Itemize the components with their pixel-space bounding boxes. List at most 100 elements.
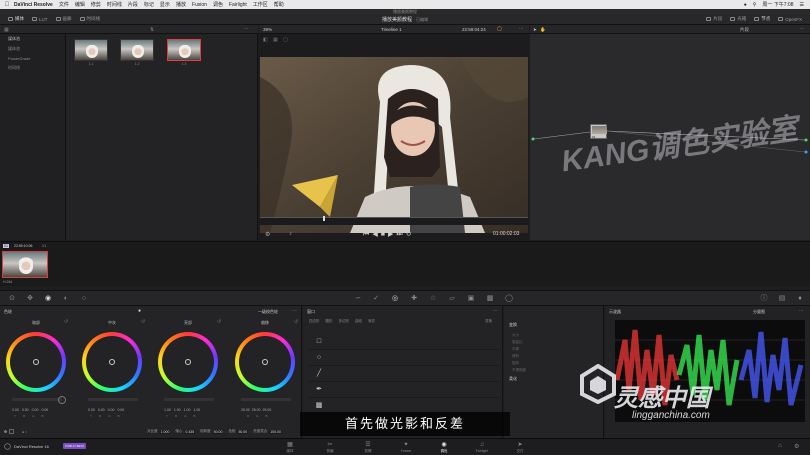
offset-value-b[interactable]: 25.00 <box>263 408 272 412</box>
menu-timeline[interactable]: 时间线 <box>107 1 122 8</box>
home-icon[interactable]: ⌂ <box>778 443 782 449</box>
scrubber-playhead[interactable] <box>323 216 325 221</box>
scopes-icon[interactable]: ▤ <box>778 295 786 303</box>
page-tab-deliver[interactable]: ➤ 交付 <box>500 441 540 454</box>
zoom-select[interactable]: 39% <box>263 27 272 32</box>
page-tab-cut[interactable]: ✂ 快编 <box>310 441 350 454</box>
highlight-icon[interactable]: ◯ <box>497 26 502 32</box>
menu-clip[interactable]: 片段 <box>128 1 138 8</box>
reset-lift-icon[interactable]: ↺ <box>64 319 68 325</box>
clip-thumbnail-selected[interactable] <box>167 39 201 61</box>
timeline-button[interactable]: 时间线 <box>79 16 100 22</box>
offset-master-slider[interactable] <box>241 398 291 401</box>
menu-view[interactable]: 显示 <box>160 1 170 8</box>
auto-icon[interactable] <box>8 429 14 434</box>
window-row-rectangle[interactable]: □ <box>309 334 499 350</box>
qualifier-icon[interactable]: ✓ <box>372 295 380 303</box>
gamma-wheel[interactable] <box>82 332 142 392</box>
more-options-icon[interactable]: ⋯ <box>493 308 498 314</box>
scope-mode-select[interactable]: 分量图 <box>753 309 765 315</box>
page-tab-color[interactable]: ◉ 调色 <box>424 441 464 454</box>
tree-item-powergrade[interactable]: PowerGrade <box>0 54 65 63</box>
offset-value-r[interactable]: 25.00 <box>241 408 250 412</box>
clip-thumbnail[interactable] <box>74 39 108 61</box>
lift-value-r[interactable]: 0.00 <box>22 408 29 412</box>
menu-file[interactable]: 文件 <box>59 1 69 8</box>
lift-value-g[interactable]: 0.00 <box>32 408 39 412</box>
gallery-button[interactable]: 画廊 <box>55 16 72 22</box>
hue-value[interactable]: 50.00 <box>237 429 249 434</box>
gain-value-y[interactable]: 1.00 <box>164 408 171 412</box>
window-tool-icon[interactable]: ◎ <box>391 295 399 303</box>
window-row-circle[interactable]: ○ <box>309 350 499 366</box>
gain-wheel[interactable] <box>158 332 218 392</box>
gamma-master-slider[interactable] <box>88 398 138 401</box>
lum-mix-value[interactable]: 100.00 <box>269 429 282 434</box>
wipe-icon[interactable]: ▢ <box>283 37 288 43</box>
reset-gamma-icon[interactable]: ↺ <box>141 319 145 325</box>
lightbox-button[interactable]: 光箱 <box>730 16 746 22</box>
stop-icon[interactable]: ■ <box>381 231 388 238</box>
grid-view-icon[interactable]: ▦ <box>273 37 278 43</box>
lift-wheel[interactable] <box>6 332 66 392</box>
rectangle-window-icon[interactable]: □ <box>315 338 323 346</box>
timeline-clip-thumbnail[interactable] <box>2 251 48 278</box>
apple-icon[interactable]:  <box>0 2 14 8</box>
offset-wheel-handle[interactable] <box>262 359 268 365</box>
menubar-clock[interactable]: 周一 下午7:08 <box>762 1 793 8</box>
volume-icon[interactable]: ♪ <box>289 231 292 237</box>
lift-value-y[interactable]: 0.00 <box>12 408 19 412</box>
tree-item-media-pool[interactable]: 媒体池 <box>0 34 65 44</box>
gamma-value-g[interactable]: 0.00 <box>108 408 115 412</box>
menu-mark[interactable]: 标记 <box>144 1 154 8</box>
gain-wheel-handle[interactable] <box>185 359 191 365</box>
lut-button[interactable]: LUT <box>32 17 48 22</box>
color-match-icon[interactable]: ✥ <box>26 295 34 303</box>
window-row-pen[interactable]: ╱ <box>309 366 499 382</box>
tracker-icon[interactable]: ✚ <box>410 295 418 303</box>
more-options-icon[interactable]: ⋯ <box>800 26 805 32</box>
menu-fusion[interactable]: Fusion <box>192 2 207 8</box>
color-wheels-icon[interactable]: ◉ <box>44 295 52 303</box>
page-tab-fairlight[interactable]: ♫ Fairlight <box>462 441 502 453</box>
window-tab-gradient[interactable]: 渐变 <box>368 319 375 324</box>
menu-workspace[interactable]: 工作区 <box>253 1 268 8</box>
sizing-icon[interactable]: ▩ <box>486 295 494 303</box>
wifi-icon[interactable]: ● <box>744 2 747 8</box>
window-tab-circle[interactable]: 圆形 <box>326 319 333 324</box>
viewer-scrubber[interactable] <box>260 216 528 225</box>
menu-fairlight[interactable]: Fairlight <box>229 2 247 8</box>
hand-icon[interactable]: ✋ <box>540 27 546 33</box>
settings-icon[interactable]: ⚙ <box>794 443 799 450</box>
gamma-value-r[interactable]: 0.00 <box>98 408 105 412</box>
gradient-window-icon[interactable]: ▩ <box>315 402 323 410</box>
more-options-icon[interactable]: ⋯ <box>244 26 249 32</box>
search-icon[interactable]: ⚲ <box>753 2 757 8</box>
split-view-icon[interactable]: ◧ <box>263 37 268 43</box>
auto-balance-icon[interactable]: ✠ <box>4 430 7 434</box>
window-tab-polygon[interactable]: 多边形 <box>339 319 350 324</box>
window-tab-quad[interactable]: 四边形 <box>309 319 320 324</box>
sort-icon[interactable]: ⇅ <box>150 27 154 33</box>
video-frame[interactable] <box>260 57 528 233</box>
menu-playback[interactable]: 播放 <box>176 1 186 8</box>
pointer-icon[interactable]: ➤ <box>533 27 537 33</box>
app-name[interactable]: DaVinci Resolve <box>14 2 53 8</box>
timeline-name[interactable]: Timeline 1 <box>381 27 402 32</box>
openfx-button[interactable]: OpenFX <box>778 17 802 22</box>
gain-value-g[interactable]: 1.00 <box>184 408 191 412</box>
reverse-play-icon[interactable]: ◀ <box>372 231 380 238</box>
curves-icon[interactable]: ∽ <box>354 295 362 303</box>
line-window-icon[interactable]: ╱ <box>315 370 323 378</box>
gain-master-slider[interactable] <box>164 398 214 401</box>
key-icon[interactable]: ▣ <box>467 295 475 303</box>
saturation-value[interactable]: 50.00 <box>212 429 224 434</box>
nodes-button[interactable]: 节点 <box>754 16 770 22</box>
hdr-icon[interactable]: ◐ <box>62 295 70 303</box>
offset-value-g[interactable]: 25.00 <box>252 408 261 412</box>
lift-master-knob[interactable] <box>58 396 66 404</box>
reset-offset-icon[interactable]: ↺ <box>294 319 298 325</box>
pivot-value[interactable]: 0.435 <box>184 429 196 434</box>
gain-value-b[interactable]: 1.00 <box>193 408 200 412</box>
offset-wheel[interactable] <box>235 332 295 392</box>
